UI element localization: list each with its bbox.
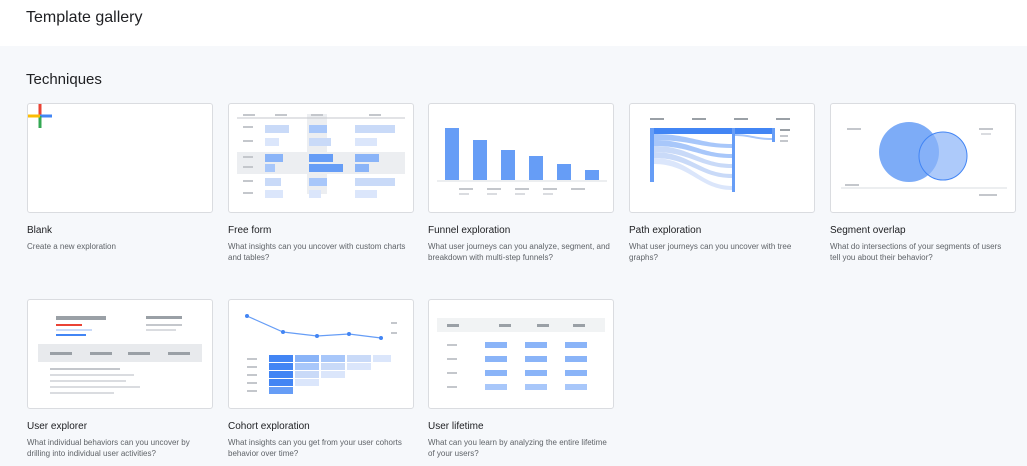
template-card-segment-overlap[interactable]: Segment overlap What do intersections of… <box>830 103 1016 263</box>
template-card-free-form[interactable]: Free form What insights can you uncover … <box>228 103 414 263</box>
card-title: Segment overlap <box>830 225 906 236</box>
card-title: Cohort exploration <box>228 421 310 432</box>
card-title: Funnel exploration <box>428 225 511 236</box>
card-title: Path exploration <box>629 225 702 236</box>
template-card-cohort-exploration[interactable]: Cohort exploration What insights can you… <box>228 299 414 459</box>
funnel-bars-illustration <box>437 128 607 195</box>
template-thumbnail-funnel-exploration[interactable] <box>428 103 614 213</box>
card-description: What can you learn by analyzing the enti… <box>428 438 607 458</box>
template-thumbnail-segment-overlap[interactable] <box>830 103 1016 213</box>
card-description: What insights can you uncover with custo… <box>228 242 406 262</box>
cohort-illustration <box>245 314 397 394</box>
card-description: What user journeys can you uncover with … <box>629 242 792 262</box>
template-card-blank[interactable]: Blank Create a new exploration <box>27 103 213 252</box>
template-thumbnail-free-form[interactable] <box>228 103 414 213</box>
card-description: What insights can you get from your user… <box>228 438 402 458</box>
gallery-content: Techniques Blank Create a new exploratio… <box>0 46 1027 466</box>
card-description: Create a new exploration <box>27 242 116 251</box>
template-thumbnail-path-exploration[interactable] <box>629 103 815 213</box>
user-lifetime-illustration <box>437 318 605 390</box>
card-description: What individual behaviors can you uncove… <box>27 438 190 458</box>
template-card-funnel-exploration[interactable]: Funnel exploration What user journeys ca… <box>428 103 614 263</box>
section-title: Techniques <box>26 71 102 88</box>
venn-diagram-illustration <box>841 122 1007 196</box>
template-thumbnail-cohort-exploration[interactable] <box>228 299 414 409</box>
template-thumbnail-user-explorer[interactable] <box>27 299 213 409</box>
plus-icon <box>28 104 52 128</box>
template-card-user-explorer[interactable]: User explorer What individual behaviors … <box>27 299 213 459</box>
path-tree-illustration <box>650 118 790 192</box>
template-card-user-lifetime[interactable]: User lifetime What can you learn by anal… <box>428 299 614 459</box>
page-title: Template gallery <box>26 9 143 26</box>
user-explorer-illustration <box>38 316 202 394</box>
card-title: User explorer <box>27 421 88 432</box>
card-title: Blank <box>27 225 53 236</box>
free-form-table-illustration <box>237 114 405 198</box>
card-description: What do intersections of your segments o… <box>830 242 1002 262</box>
template-thumbnail-user-lifetime[interactable] <box>428 299 614 409</box>
template-thumbnail-blank[interactable] <box>27 103 213 213</box>
top-bar: Template gallery <box>0 0 1027 46</box>
card-title: Free form <box>228 225 272 236</box>
card-title: User lifetime <box>428 421 484 432</box>
template-card-path-exploration[interactable]: Path exploration What user journeys can … <box>629 103 815 263</box>
card-description: What user journeys can you analyze, segm… <box>428 242 610 262</box>
